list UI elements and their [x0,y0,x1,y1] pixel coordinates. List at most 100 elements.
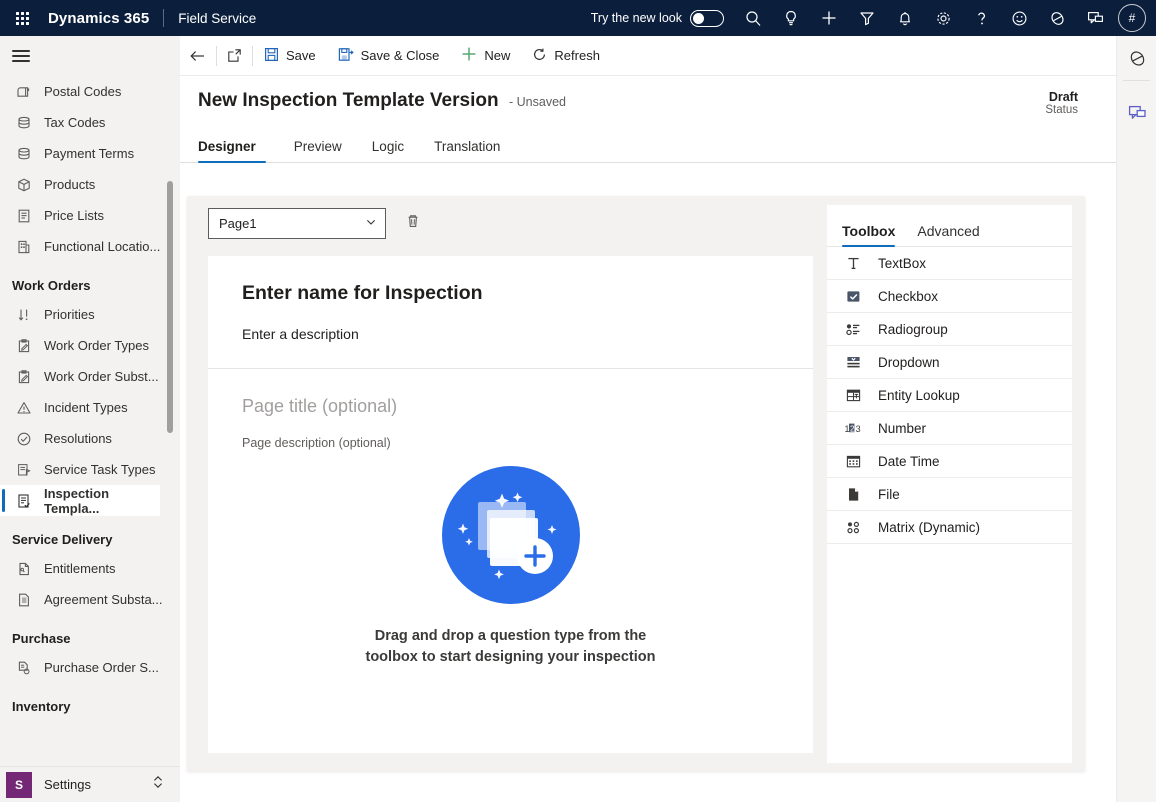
sidebar-item-label: Postal Codes [44,84,122,99]
tab-preview[interactable]: Preview [284,139,352,162]
brand-divider [163,9,165,27]
radiogroup-icon [842,321,864,338]
sidebar-item-service-task-types[interactable]: Service Task Types [0,454,180,485]
sidebar-item-agreement-substatuses[interactable]: Agreement Substa... [0,584,180,615]
toolbox-item-radiogroup[interactable]: Radiogroup [827,313,1072,346]
sidebar-item-products[interactable]: Products [0,169,180,200]
sidebar-item-priorities[interactable]: Priorities [0,299,180,330]
warning-triangle-icon [14,400,34,416]
toolbox-item-number[interactable]: 123 Number [827,412,1072,445]
tasks-flag-icon [14,462,34,478]
toolbox-item-date-time[interactable]: Date Time [827,445,1072,478]
toolbox-item-label: Checkbox [878,288,939,304]
sidebar-item-resolutions[interactable]: Resolutions [0,423,180,454]
sidebar-collapse-button[interactable] [0,36,180,76]
tab-translation[interactable]: Translation [424,139,510,162]
entitlement-doc-icon [14,561,34,577]
page-select-dropdown[interactable]: Page1 [208,207,386,239]
tab-toolbox[interactable]: Toolbox [842,223,896,247]
toolbox-item-label: Matrix (Dynamic) [878,519,981,535]
record-header: New Inspection Template Version - Unsave… [180,76,1116,116]
sidebar-item-tax-codes[interactable]: Tax Codes [0,107,180,138]
copilot-icon[interactable] [1117,36,1156,80]
toolbox-item-entity-lookup[interactable]: Entity Lookup [827,379,1072,412]
sidebar-item-work-order-types[interactable]: Work Order Types [0,330,180,361]
tab-logic[interactable]: Logic [362,139,414,162]
toolbox-item-file[interactable]: File [827,478,1072,511]
sidebar-group-work-orders-title: Work Orders [12,278,91,293]
sidebar-item-label: Agreement Substa... [44,592,163,607]
new-look-toggle-switch[interactable] [690,9,724,27]
plus-quick-create-icon[interactable] [810,0,848,36]
right-side-rail [1116,36,1156,802]
brand-title[interactable]: Dynamics 365 [44,10,149,27]
toggle-knob [693,12,704,24]
lightbulb-idea-icon[interactable] [772,0,810,36]
toolbox-item-dropdown[interactable]: Dropdown [827,346,1072,379]
file-page-icon [842,486,864,503]
svg-text:3: 3 [855,424,860,434]
user-avatar[interactable]: # [1118,4,1146,32]
save-floppy-icon [264,47,279,65]
try-new-look-toggle-group[interactable]: Try the new look [591,9,724,27]
sidebar-item-functional-locations[interactable]: Functional Locatio... [0,231,180,262]
sidebar-item-label: Tax Codes [44,115,106,130]
sidebar-item-label: Price Lists [44,208,104,223]
relationship-assistant-icon[interactable] [1038,0,1076,36]
sidebar-item-label: Inspection Templa... [44,485,110,516]
gear-settings-icon[interactable] [924,0,962,36]
sidebar-item-incident-types[interactable]: Incident Types [0,392,180,423]
pop-out-icon[interactable] [217,36,252,76]
app-name-label[interactable]: Field Service [178,11,256,26]
toolbox-item-label: Dropdown [878,354,940,370]
sidebar-item-purchase-order-substatuses[interactable]: Purchase Order S... [0,652,180,683]
search-icon[interactable] [734,0,772,36]
sidebar-group-service-delivery-title: Service Delivery [12,532,113,547]
bell-notifications-icon[interactable] [886,0,924,36]
feedback-chat-icon[interactable] [1117,91,1156,135]
save-and-close-button[interactable]: Save & Close [327,36,451,76]
filter-icon[interactable] [848,0,886,36]
left-sidebar: Postal Codes Tax Codes Payment Terms Pro… [0,36,180,802]
delete-page-button[interactable] [398,208,428,238]
sidebar-scrollbar-thumb[interactable] [167,181,173,433]
sidebar-group-inventory-title: Inventory [12,699,71,714]
calendar-date-icon [842,453,864,470]
sidebar-item-work-order-substatuses[interactable]: Work Order Subst... [0,361,180,392]
rail-divider [1123,80,1150,81]
smiley-feedback-icon[interactable] [1000,0,1038,36]
toolbox-item-checkbox[interactable]: Checkbox [827,280,1072,313]
stack-coins-icon [14,115,34,131]
refresh-button[interactable]: Refresh [521,36,611,76]
toolbox-item-matrix-dynamic[interactable]: Matrix (Dynamic) [827,511,1072,544]
page-title-input[interactable]: Page title (optional) [208,369,813,417]
sidebar-item-label: Resolutions [44,431,112,446]
inspection-checklist-icon [14,493,34,509]
sidebar-item-label: Incident Types [44,400,128,415]
hamburger-menu-icon [12,47,30,65]
sidebar-item-label: Work Order Types [44,338,149,353]
question-help-icon[interactable] [962,0,1000,36]
toolbox-item-textbox[interactable]: TextBox [827,247,1072,280]
sidebar-item-inspection-templates[interactable]: Inspection Templa... [0,485,160,516]
inspection-description-input[interactable]: Enter a description [242,326,779,342]
sidebar-item-entitlements[interactable]: Entitlements [0,553,180,584]
page-description-input[interactable]: Page description (optional) [208,417,813,450]
new-button[interactable]: New [450,36,521,76]
save-button[interactable]: Save [253,36,327,76]
sidebar-item-postal-codes[interactable]: Postal Codes [0,76,180,107]
inspection-canvas: Enter name for Inspection Enter a descri… [208,256,813,753]
settings-area-switcher[interactable]: S Settings [0,766,180,802]
sidebar-item-payment-terms[interactable]: Payment Terms [0,138,180,169]
sidebar-item-price-lists[interactable]: Price Lists [0,200,180,231]
inspection-name-input[interactable]: Enter name for Inspection [242,282,779,305]
toolbox-panel: Toolbox Advanced TextBox Checkbox Radiog… [827,205,1072,763]
tab-designer[interactable]: Designer [198,139,266,163]
sidebar-item-label: Priorities [44,307,95,322]
back-arrow-icon[interactable] [180,36,216,76]
stack-coins-icon [14,146,34,162]
chat-feedback-icon[interactable] [1076,0,1114,36]
save-and-close-button-label: Save & Close [360,48,440,63]
app-launcher-waffle-button[interactable] [0,0,44,36]
tab-advanced[interactable]: Advanced [917,223,979,246]
